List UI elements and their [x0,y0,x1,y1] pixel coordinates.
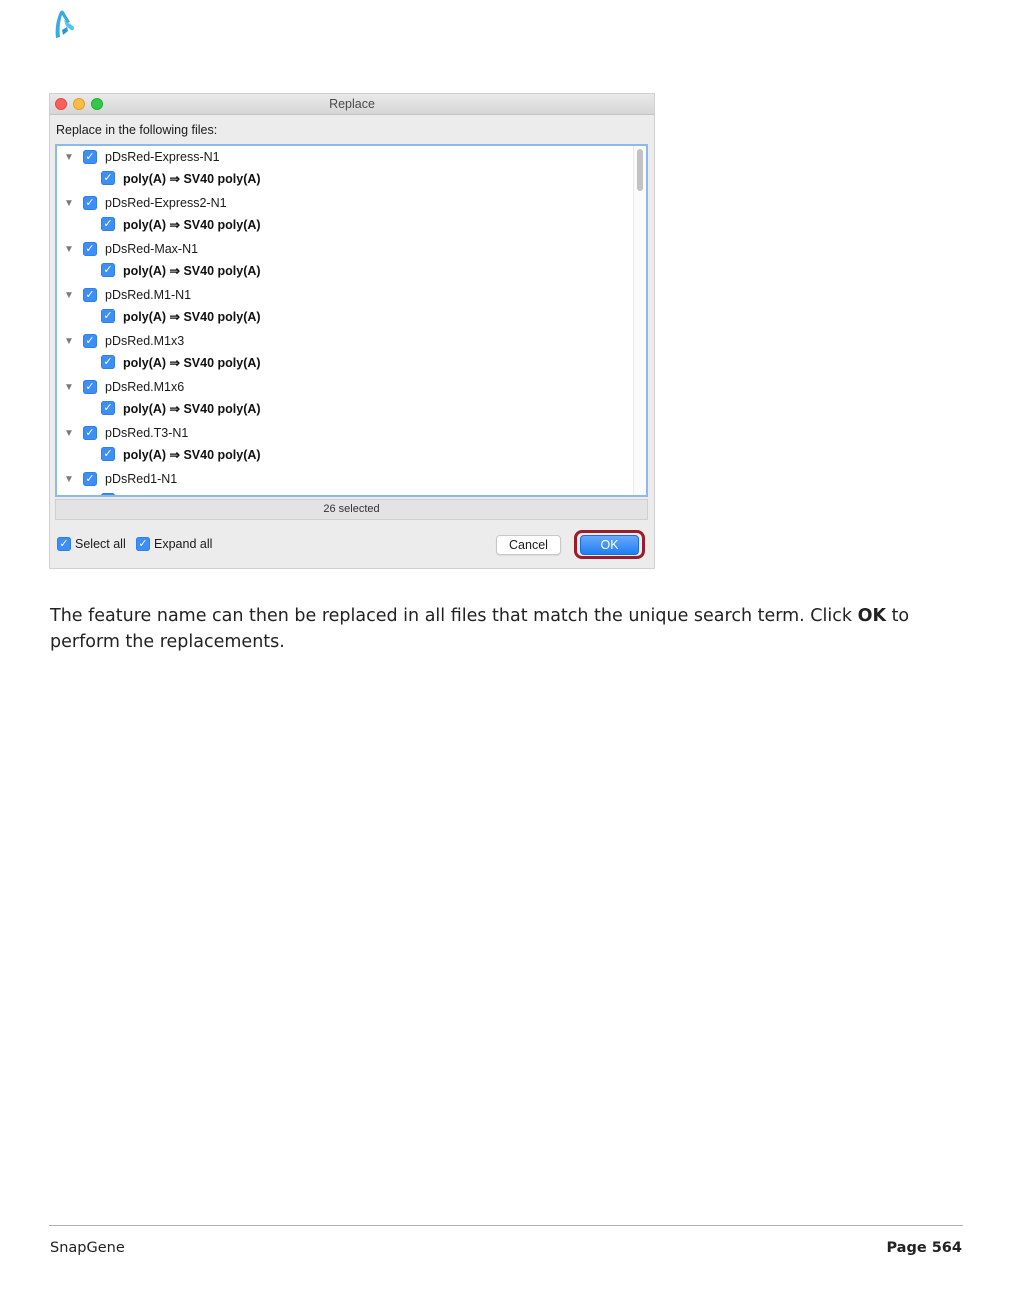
body-paragraph: The feature name can then be replaced in… [50,603,962,655]
file-row[interactable]: ▼ ✓ pDsRed.M1-N1 [57,285,191,305]
replacement-text: poly(A) ⇒ SV40 poly(A) [123,217,261,232]
disclosure-triangle-icon[interactable]: ▼ [59,244,79,255]
file-row[interactable]: ▼ ✓ pDsRed.T3-N1 [57,423,188,443]
file-row[interactable]: ▼ ✓ pDsRed-Express2-N1 [57,193,227,213]
replacement-text: poly(A) ⇒ SV40 poly(A) [123,401,261,416]
file-name: pDsRed.M1-N1 [105,288,192,302]
replacement-row[interactable]: ✓ poly(A) ⇒ SV40 poly(A) [101,260,261,280]
replacement-row[interactable]: ✓ poly(A) ⇒ SV40 poly(A) [101,214,261,234]
replacement-text: poly(A) ⇒ SV40 poly(A) [123,493,261,496]
body-text-before: The feature name can then be replaced in… [50,606,858,626]
scrollbar[interactable] [633,146,646,495]
file-row[interactable]: ▼ ✓ pDsRed1-N1 [57,469,177,489]
file-checkbox[interactable]: ✓ [83,426,97,440]
checkmark-icon: ✓ [57,537,71,551]
replacement-row[interactable]: ✓ poly(A) ⇒ SV40 poly(A) [101,306,261,326]
ok-button[interactable]: OK [580,535,639,555]
body-text-bold: OK [857,606,886,626]
file-name: pDsRed.M1x3 [105,334,185,348]
file-row[interactable]: ▼ ✓ pDsRed-Express-N1 [57,147,220,167]
cancel-button[interactable]: Cancel [496,535,561,555]
replacement-checkbox[interactable]: ✓ [101,447,115,461]
scrollbar-thumb[interactable] [637,149,643,191]
file-checkbox[interactable]: ✓ [83,380,97,394]
file-checkbox[interactable]: ✓ [83,150,97,164]
file-checkbox[interactable]: ✓ [83,472,97,486]
file-name: pDsRed-Max-N1 [105,242,199,256]
file-row[interactable]: ▼ ✓ pDsRed-Max-N1 [57,239,198,259]
replacement-text: poly(A) ⇒ SV40 poly(A) [123,171,261,186]
footer-page-number: Page 564 [886,1240,962,1256]
file-checkbox[interactable]: ✓ [83,334,97,348]
file-checkbox[interactable]: ✓ [83,242,97,256]
file-name: pDsRed1-N1 [105,472,178,486]
replacement-checkbox[interactable]: ✓ [101,263,115,277]
replacement-checkbox[interactable]: ✓ [101,171,115,185]
replacement-checkbox[interactable]: ✓ [101,309,115,323]
select-all-checkbox[interactable]: ✓ Select all [57,537,126,551]
file-row[interactable]: ▼ ✓ pDsRed.M1x3 [57,331,184,351]
select-all-label: Select all [75,537,126,551]
footer-divider [49,1225,963,1226]
footer-product-name: SnapGene [50,1240,125,1256]
instruction-label: Replace in the following files: [56,123,218,137]
disclosure-triangle-icon[interactable]: ▼ [59,198,79,209]
replacement-row[interactable]: ✓ poly(A) ⇒ SV40 poly(A) [101,168,261,188]
snapgene-logo-icon [55,10,75,38]
replacement-checkbox[interactable]: ✓ [101,355,115,369]
checkmark-icon: ✓ [136,537,150,551]
disclosure-triangle-icon[interactable]: ▼ [59,474,79,485]
replacement-row[interactable]: ✓ poly(A) ⇒ SV40 poly(A) [101,352,261,372]
replacement-text: poly(A) ⇒ SV40 poly(A) [123,355,261,370]
disclosure-triangle-icon[interactable]: ▼ [59,290,79,301]
replacement-row[interactable]: ✓ poly(A) ⇒ SV40 poly(A) [101,490,261,496]
disclosure-triangle-icon[interactable]: ▼ [59,428,79,439]
replace-dialog: Replace Replace in the following files: … [49,93,655,569]
file-list[interactable]: ▼ ✓ pDsRed-Express-N1 ✓ poly(A) ⇒ SV40 poly(… [55,144,648,497]
file-checkbox[interactable]: ✓ [83,288,97,302]
replacement-text: poly(A) ⇒ SV40 poly(A) [123,447,261,462]
file-name: pDsRed-Express2-N1 [105,196,227,210]
replacement-checkbox[interactable]: ✓ [101,493,115,495]
replacement-row[interactable]: ✓ poly(A) ⇒ SV40 poly(A) [101,444,261,464]
file-name: pDsRed-Express-N1 [105,150,220,164]
replacement-checkbox[interactable]: ✓ [101,401,115,415]
replacement-checkbox[interactable]: ✓ [101,217,115,231]
disclosure-triangle-icon[interactable]: ▼ [59,382,79,393]
title-bar: Replace [50,94,654,115]
file-name: pDsRed.M1x6 [105,380,185,394]
expand-all-checkbox[interactable]: ✓ Expand all [136,537,212,551]
file-row[interactable]: ▼ ✓ pDsRed.M1x6 [57,377,184,397]
replacement-text: poly(A) ⇒ SV40 poly(A) [123,309,261,324]
file-name: pDsRed.T3-N1 [105,426,189,440]
expand-all-label: Expand all [154,537,213,551]
dialog-title: Replace [329,97,375,111]
file-checkbox[interactable]: ✓ [83,196,97,210]
replacement-text: poly(A) ⇒ SV40 poly(A) [123,263,261,278]
disclosure-triangle-icon[interactable]: ▼ [59,336,79,347]
disclosure-triangle-icon[interactable]: ▼ [59,152,79,163]
replacement-row[interactable]: ✓ poly(A) ⇒ SV40 poly(A) [101,398,261,418]
selection-status: 26 selected [55,499,648,520]
